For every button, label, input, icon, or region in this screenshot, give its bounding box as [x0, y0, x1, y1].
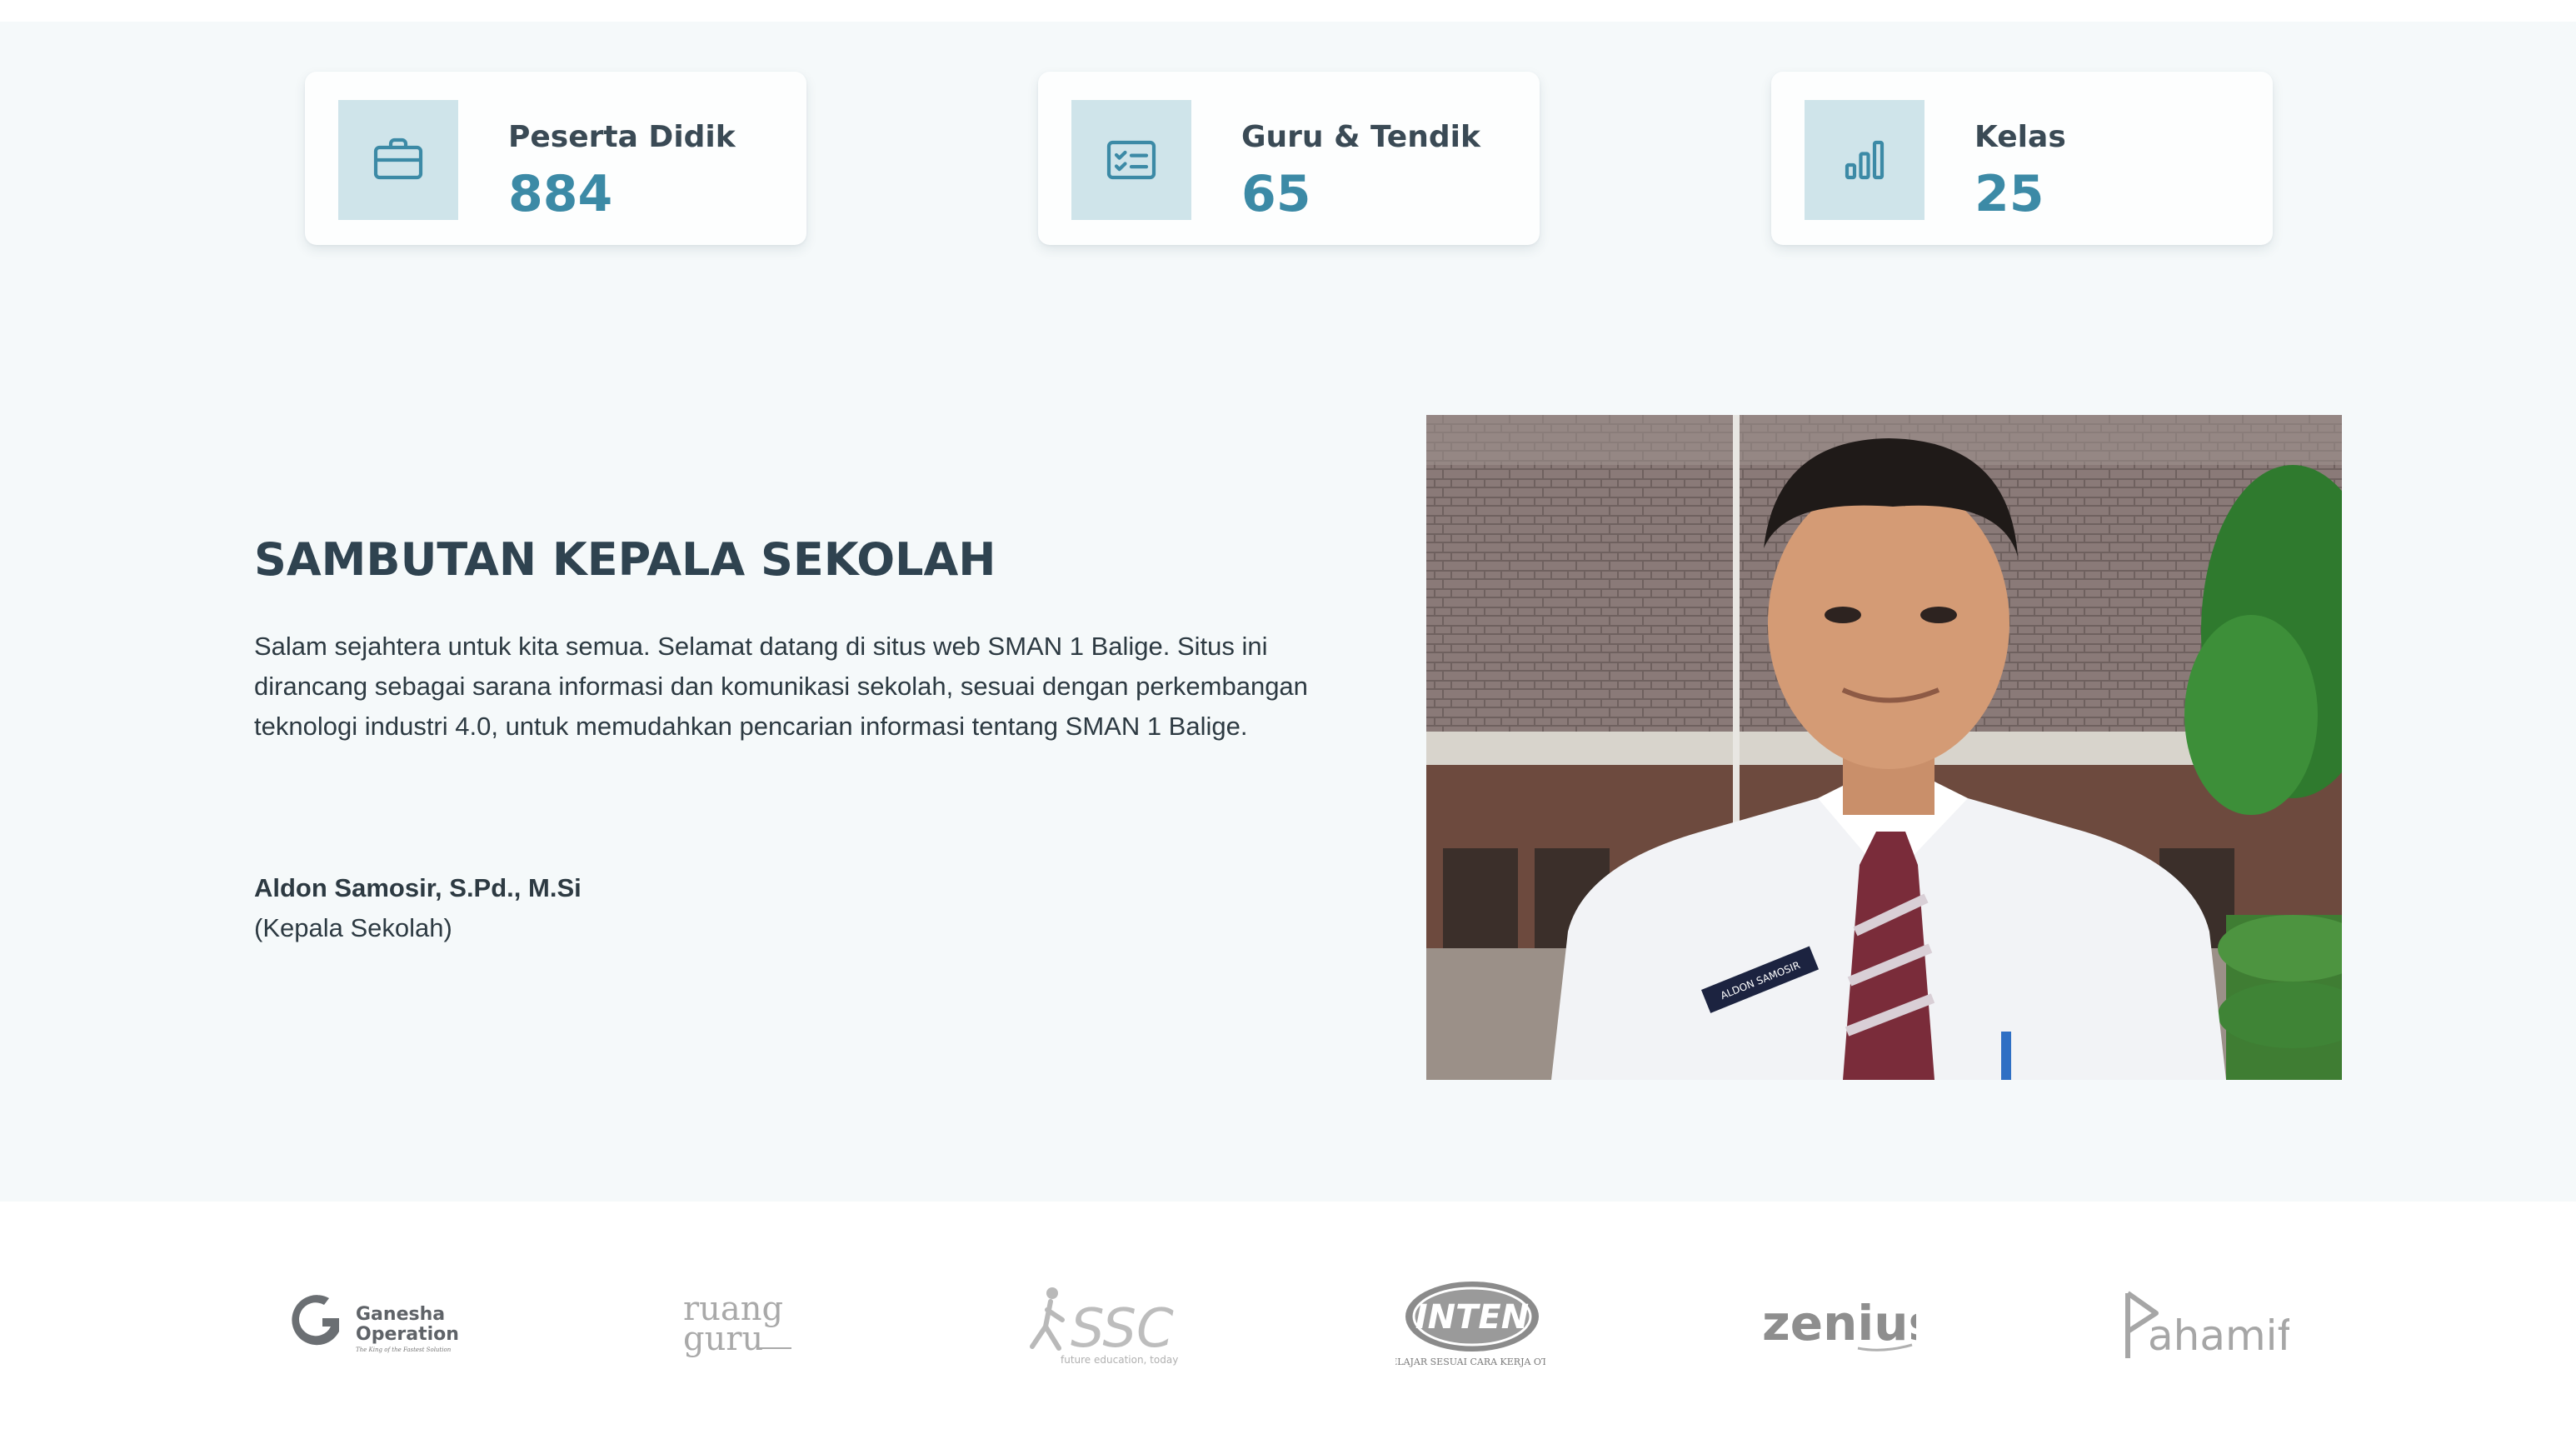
partner-logo-inten[interactable]: INTEN BELAJAR SESUAI CARA KERJA OTAK — [1384, 1277, 1561, 1368]
logo-text: zenius — [1762, 1295, 1916, 1352]
logo-tagline: future education, today — [1061, 1354, 1178, 1366]
logo-tagline: BELAJAR SESUAI CARA KERJA OTAK — [1395, 1357, 1545, 1367]
principal-role: (Kepala Sekolah) — [254, 913, 452, 942]
briefcase-icon — [338, 100, 458, 220]
partner-logo-zenius[interactable]: zenius — [1758, 1277, 1937, 1368]
partner-logo-pahamify[interactable]: ahamify — [2123, 1277, 2316, 1368]
partner-logo-ssc[interactable]: SSC future education, today — [1021, 1277, 1187, 1368]
logo-text: ahamify — [2148, 1312, 2289, 1360]
logo-text: SSC — [1071, 1298, 1174, 1360]
welcome-text: Salam sejahtera untuk kita semua. Selama… — [254, 632, 1308, 741]
logo-text: INTEN — [1415, 1298, 1529, 1337]
logo-text: Operation — [356, 1324, 459, 1345]
partner-logo-ganesha-operation[interactable]: Ganesha Operation The King of the Fastes… — [287, 1277, 462, 1368]
bar-chart-icon — [1805, 100, 1925, 220]
partner-logo-ruangguru[interactable]: ruang guru — [679, 1277, 804, 1368]
stat-card-kelas: Kelas 25 — [1771, 72, 2273, 245]
logo-text: Ganesha — [356, 1304, 445, 1325]
stat-value: 25 — [1974, 165, 2044, 223]
logo-tagline: The King of the Fastest Solution — [356, 1347, 452, 1353]
principal-photo: ALDON SAMOSIR — [1426, 415, 2342, 1080]
stat-label: Kelas — [1974, 120, 2066, 154]
stat-card-peserta-didik: Peserta Didik 884 — [305, 72, 806, 245]
logo-text: guru — [683, 1320, 763, 1358]
principal-name: Aldon Samosir, S.Pd., M.Si — [254, 873, 582, 902]
stat-label: Peserta Didik — [508, 120, 736, 154]
welcome-title: SAMBUTAN KEPALA SEKOLAH — [254, 533, 996, 586]
stat-value: 884 — [508, 165, 613, 223]
stat-label: Guru & Tendik — [1241, 120, 1480, 154]
checklist-card-icon — [1071, 100, 1191, 220]
stat-value: 65 — [1241, 165, 1311, 223]
stat-card-guru-tendik: Guru & Tendik 65 — [1038, 72, 1540, 245]
top-strip — [0, 0, 2576, 22]
